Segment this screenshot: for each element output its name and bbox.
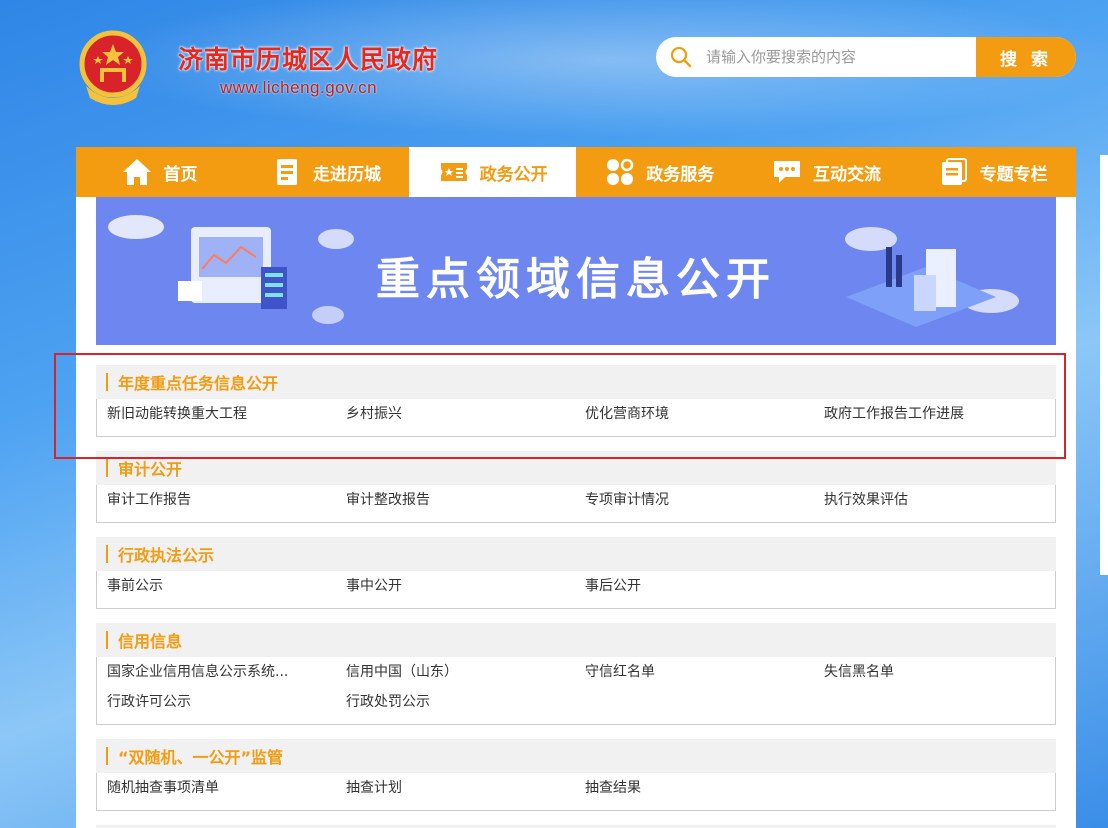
banner-title: 重点领域信息公开 — [376, 254, 776, 305]
nav-item-topics[interactable]: 专题专栏 — [909, 147, 1076, 197]
section-law-enforcement: 行政执法公示 事前公示 事中公开 事后公开 — [96, 537, 1056, 609]
list-item[interactable]: 行政许可公示 — [97, 689, 336, 719]
content-panel: 重点领域信息公开 年度重点任务信息公开 新旧动能转换重大工程 乡村振兴 优化营商… — [76, 197, 1076, 828]
list-item[interactable]: 国家企业信用信息公示系统... — [97, 659, 336, 689]
list-item[interactable]: 执行效果评估 — [814, 487, 1053, 517]
section-title[interactable]: “双随机、一公开”监管 — [118, 744, 283, 768]
list-item[interactable]: 事中公开 — [336, 573, 575, 603]
search-input[interactable] — [706, 37, 976, 77]
section-credit-info: 信用信息 国家企业信用信息公示系统... 信用中国（山东） 守信红名单 失信黑名… — [96, 623, 1056, 725]
list-item[interactable]: 失信黑名单 — [814, 659, 1053, 689]
list-item[interactable]: 随机抽查事项清单 — [97, 775, 336, 805]
nav-label: 专题专栏 — [979, 164, 1048, 185]
nav-label: 政务服务 — [646, 164, 715, 185]
section-audit: 审计公开 审计工作报告 审计整改报告 专项审计情况 执行效果评估 — [96, 451, 1056, 523]
document-icon — [276, 159, 297, 185]
side-panel-edge — [1100, 155, 1108, 575]
list-item[interactable]: 守信红名单 — [575, 659, 814, 689]
list-item[interactable]: 事后公开 — [575, 573, 814, 603]
nav-item-services[interactable]: 政务服务 — [576, 147, 743, 197]
nav-item-public-affairs[interactable]: 政务公开 — [409, 147, 576, 197]
nav-item-interaction[interactable]: 互动交流 — [743, 147, 910, 197]
banner: 重点领域信息公开 — [96, 197, 1056, 345]
section-random-inspection: “双随机、一公开”监管 随机抽查事项清单 抽查计划 抽查结果 — [96, 739, 1056, 811]
list-item[interactable]: 事前公示 — [97, 573, 336, 603]
section-title[interactable]: 信用信息 — [118, 628, 182, 652]
section-title[interactable]: 审计公开 — [118, 456, 182, 480]
search-bar: 搜 索 — [656, 37, 1076, 77]
list-item[interactable]: 信用中国（山东） — [336, 659, 575, 689]
nav-label: 首页 — [163, 164, 198, 185]
list-item[interactable]: 专项审计情况 — [575, 487, 814, 517]
list-item[interactable]: 审计工作报告 — [97, 487, 336, 517]
list-item[interactable]: 审计整改报告 — [336, 487, 575, 517]
section-title[interactable]: 行政执法公示 — [118, 542, 214, 566]
highlight-box — [54, 353, 1066, 459]
list-item[interactable]: 抽查计划 — [336, 775, 575, 805]
search-icon — [656, 37, 706, 77]
national-emblem-icon — [79, 30, 147, 105]
list-item[interactable]: 抽查结果 — [575, 775, 814, 805]
site-title[interactable]: 济南市历城区人民政府 — [178, 40, 438, 76]
site-url[interactable]: www.licheng.gov.cn — [220, 78, 377, 98]
chat-icon — [773, 161, 800, 183]
nav-item-about[interactable]: 走进历城 — [243, 147, 410, 197]
nav-label: 走进历城 — [312, 164, 381, 185]
nav-item-home[interactable]: 首页 — [76, 147, 243, 197]
search-button[interactable]: 搜 索 — [976, 37, 1076, 77]
home-icon — [123, 159, 152, 185]
list-item[interactable]: 行政处罚公示 — [336, 689, 575, 719]
main-nav: 首页 走进历城 政务公开 政务服务 互动交流 专题专栏 — [76, 147, 1076, 197]
ticket-icon — [440, 163, 467, 181]
nav-label: 互动交流 — [812, 164, 881, 185]
notes-icon — [941, 158, 967, 185]
nav-label: 政务公开 — [479, 164, 548, 185]
grid-icon — [607, 158, 634, 185]
